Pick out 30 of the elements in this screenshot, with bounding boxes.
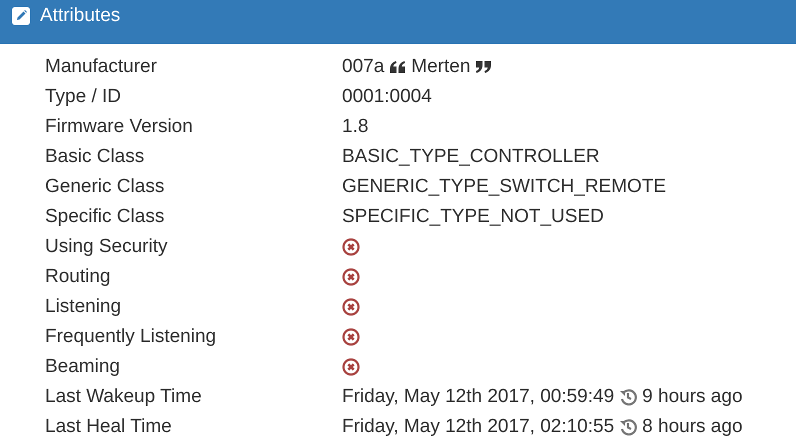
attribute-label: Specific Class (44, 206, 166, 228)
timestamp: Friday, May 12th 2017, 00:59:49 (342, 386, 614, 408)
attribute-label: Manufacturer (44, 56, 158, 78)
quote-right-icon (475, 60, 492, 74)
manufacturer-name: Merten (411, 56, 470, 78)
attribute-label: Firmware Version (44, 116, 194, 138)
attribute-label: Frequently Listening (44, 326, 218, 348)
attribute-label: Generic Class (44, 176, 166, 198)
attribute-label: Routing (44, 266, 112, 288)
history-icon (619, 418, 638, 436)
attribute-value: GENERIC_TYPE_SWITCH_REMOTE (342, 176, 666, 198)
attribute-label: Last Wakeup Time (44, 386, 203, 408)
history-icon (619, 388, 638, 406)
edit-icon (12, 7, 30, 25)
panel-title: Attributes (40, 5, 120, 27)
attribute-label: Listening (44, 296, 122, 318)
timestamp: Friday, May 12th 2017, 02:10:55 (342, 416, 614, 438)
attribute-label: Last Heal Time (44, 416, 173, 438)
manufacturer-code: 007a (342, 56, 384, 78)
attribute-value: 1.8 (342, 116, 368, 138)
attribute-label: Type / ID (44, 86, 122, 108)
quote-left-icon (389, 60, 406, 74)
attribute-value: 0001:0004 (342, 86, 432, 108)
attribute-value: SPECIFIC_TYPE_NOT_USED (342, 206, 604, 228)
relative-time: 8 hours ago (642, 416, 743, 438)
attribute-label: Basic Class (44, 146, 146, 168)
attribute-value: BASIC_TYPE_CONTROLLER (342, 146, 600, 168)
attribute-label: Beaming (44, 356, 121, 378)
attribute-label: Using Security (44, 236, 168, 258)
relative-time: 9 hours ago (642, 386, 743, 408)
